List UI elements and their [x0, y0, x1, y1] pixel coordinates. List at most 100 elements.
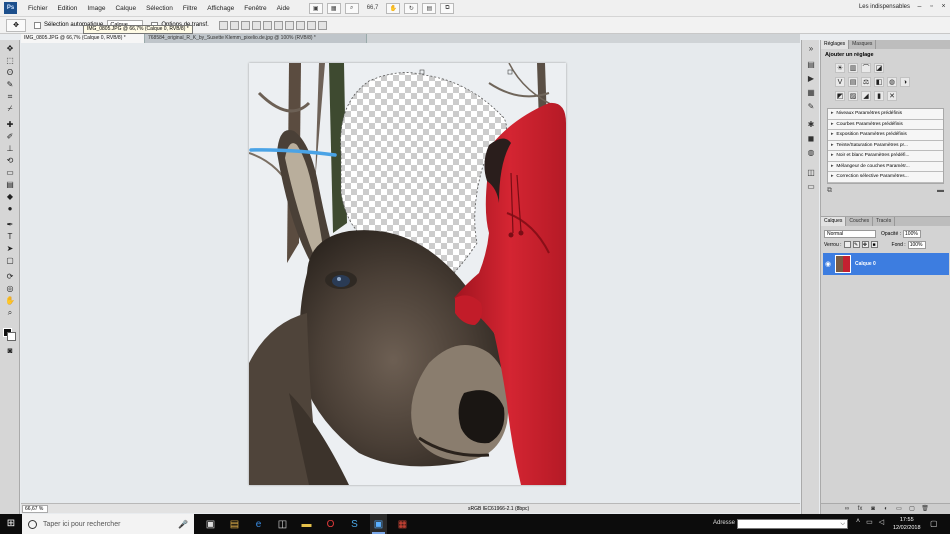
preset-exposition[interactable]: ▸ Exposition Paramètres prédéfinis [828, 130, 943, 141]
character-panel-icon[interactable]: ◫ [806, 168, 816, 178]
preset-courbes[interactable]: ▸ Courbes Paramètres prédéfinis [828, 119, 943, 130]
zoom-level[interactable]: 66,7 [363, 5, 383, 11]
task-view-icon[interactable]: ▣ [202, 514, 219, 534]
threshold-icon[interactable]: ◢ [861, 91, 871, 101]
selective-color-icon[interactable]: ✕ [887, 91, 897, 101]
curves-icon[interactable]: ⌒ [861, 63, 871, 73]
align-right-icon[interactable] [273, 20, 283, 30]
levels-icon[interactable]: ▥ [848, 63, 858, 73]
invert-icon[interactable]: ◩ [835, 91, 845, 101]
preset-noir-blanc[interactable]: ▸ Noir et blanc Paramètres prédéfi... [828, 151, 943, 162]
menu-calque[interactable]: Calque [110, 5, 141, 12]
3d-orbit-icon[interactable]: ◎ [4, 284, 16, 293]
store-icon[interactable]: ◫ [274, 514, 291, 534]
tray-chevron-icon[interactable]: ˄ [856, 518, 860, 526]
menu-selection[interactable]: Sélection [141, 5, 178, 12]
history-brush-icon[interactable]: ⟲ [4, 156, 16, 165]
bridge-icon[interactable]: ▣ [308, 2, 323, 14]
black-white-icon[interactable]: ◧ [874, 77, 884, 87]
vibrance-icon[interactable]: V [835, 77, 845, 87]
eraser-icon[interactable]: ▭ [4, 168, 16, 177]
color-balance-icon[interactable]: ⚖ [861, 77, 871, 87]
history-panel-icon[interactable]: ▤ [806, 60, 816, 70]
crop-icon[interactable]: ⌗ [4, 92, 16, 101]
menu-aide[interactable]: Aide [272, 5, 295, 12]
hue-saturation-icon[interactable]: ▤ [848, 77, 858, 87]
healing-brush-icon[interactable]: ✚ [4, 120, 16, 129]
panel-collapse-icon[interactable]: » [806, 44, 816, 54]
align-left-icon[interactable] [251, 20, 261, 30]
quick-selection-icon[interactable]: ✎ [4, 80, 16, 89]
battery-icon[interactable]: ▭ [866, 518, 873, 526]
clock[interactable]: 17:55 12/02/2018 [893, 516, 921, 532]
maximize-icon[interactable]: ▫ [927, 2, 936, 11]
align-center-icon[interactable] [262, 20, 272, 30]
navigator-panel-icon[interactable]: ◼ [806, 134, 816, 144]
trash-icon[interactable]: 🗑 [921, 505, 929, 513]
skype-icon[interactable]: S [346, 514, 363, 534]
edge-icon[interactable]: e [250, 514, 267, 534]
panel-menu-icon[interactable]: ▬ [937, 187, 944, 195]
screen-mode-icon[interactable]: ⧉ [440, 2, 455, 14]
notification-icon[interactable]: ▢ [930, 519, 938, 528]
preset-niveaux[interactable]: ▸ Niveaux Paramètres prédéfinis [828, 109, 943, 120]
background-color-swatch[interactable] [7, 332, 16, 341]
tab-pixelio-image[interactable]: 768584_original_R_K_by_Susette Klemm_pix… [145, 34, 367, 43]
preset-melangeur[interactable]: ▸ Mélangeur de couches Paramètr... [828, 161, 943, 172]
file-explorer-icon[interactable]: ▤ [226, 514, 243, 534]
menu-image[interactable]: Image [82, 5, 110, 12]
tab-calques[interactable]: Calques [821, 217, 847, 226]
tab-couches[interactable]: Couches [846, 217, 874, 226]
align-middle-icon[interactable] [229, 20, 239, 30]
menu-affichage[interactable]: Affichage [202, 5, 239, 12]
layer-row[interactable]: ◉ Calque 0 [823, 253, 949, 275]
tab-img-0805[interactable]: IMG_0805.JPG @ 66,7% (Calque 0, RVB/8) * [21, 34, 145, 43]
paragraph-panel-icon[interactable]: ▭ [806, 182, 816, 192]
gradient-map-icon[interactable]: ▮ [874, 91, 884, 101]
actions-panel-icon[interactable]: ▶ [806, 74, 816, 84]
menu-filtre[interactable]: Filtre [178, 5, 202, 12]
distribute-top-icon[interactable] [284, 20, 294, 30]
tab-traces[interactable]: Tracés [873, 217, 896, 226]
move-icon[interactable]: ✥ [4, 44, 16, 53]
hand-tool-icon[interactable]: ✋ [386, 2, 401, 14]
document-canvas[interactable] [249, 63, 566, 485]
blur-icon[interactable]: ◆ [4, 192, 16, 201]
photo-filter-icon[interactable]: ◍ [887, 77, 897, 87]
posterize-icon[interactable]: ▨ [848, 91, 858, 101]
brightness-icon[interactable]: ☀ [835, 63, 845, 73]
align-top-icon[interactable] [218, 20, 228, 30]
tab-reglages[interactable]: Réglages [821, 40, 850, 49]
hand-icon[interactable]: ✋ [4, 296, 16, 305]
eyedropper-icon[interactable]: ⌿ [4, 104, 16, 113]
lock-transparency-icon[interactable] [843, 241, 851, 248]
folder-icon[interactable]: ▬ [298, 514, 315, 534]
close-icon[interactable]: × [939, 2, 948, 11]
menu-edition[interactable]: Edition [53, 5, 83, 12]
minimize-icon[interactable]: – [915, 2, 924, 11]
3d-rotate-icon[interactable]: ⟳ [4, 272, 16, 281]
menu-fenetre[interactable]: Fenêtre [239, 5, 271, 12]
lock-all-icon[interactable]: ■ [870, 241, 878, 248]
rotate-view-icon[interactable]: ↻ [404, 2, 419, 14]
move-tool-icon[interactable]: ✥ [6, 18, 26, 32]
path-selection-icon[interactable]: ➤ [4, 244, 16, 253]
status-zoom[interactable]: 66,67 % [22, 504, 48, 513]
clone-stamp-icon[interactable]: ⊥ [4, 144, 16, 153]
link-layers-icon[interactable]: ∞ [843, 505, 851, 513]
fill-input[interactable]: 100% [907, 240, 926, 249]
workspace-label[interactable]: Les indispensables [859, 4, 910, 10]
adjustment-layer-icon[interactable]: ◐ [882, 505, 890, 513]
office-icon[interactable]: ▦ [394, 514, 411, 534]
channel-mixer-icon[interactable]: ◑ [900, 77, 910, 87]
pen-icon[interactable]: ✒ [4, 220, 16, 229]
opacity-input[interactable]: 100% [903, 229, 922, 238]
menu-fichier[interactable]: Fichier [23, 5, 53, 12]
zoom-icon[interactable]: ⌕ [344, 2, 359, 14]
opera-icon[interactable]: O [322, 514, 339, 534]
color-panel-icon[interactable]: ✱ [806, 120, 816, 130]
preset-correction-selective[interactable]: ▸ Correction sélective Paramètres... [828, 172, 943, 183]
group-icon[interactable]: ▭ [895, 505, 903, 513]
lock-paint-icon[interactable]: ✎ [852, 241, 860, 248]
volume-icon[interactable]: ◁ [879, 518, 884, 526]
